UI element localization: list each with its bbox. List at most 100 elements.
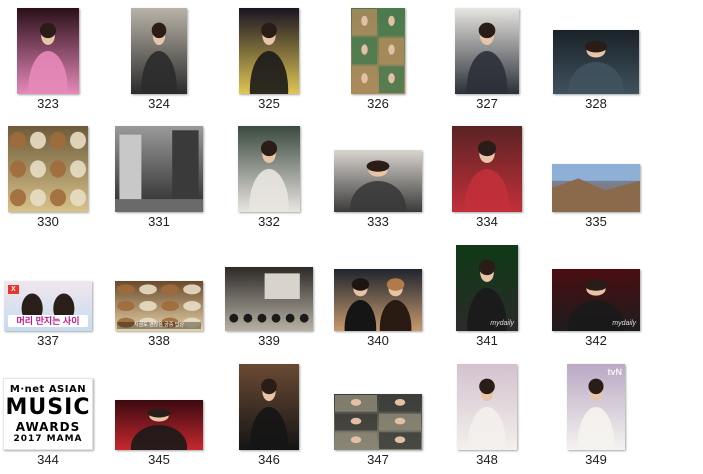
file-name-label: 345 [148, 452, 170, 467]
file-name-label: 341 [476, 333, 498, 348]
thumbnail-picture [115, 126, 203, 212]
thumbnail-picture [553, 30, 639, 94]
file-name-label: 334 [476, 214, 498, 229]
file-name-label: 323 [37, 96, 59, 111]
file-name-label: 326 [367, 96, 389, 111]
thumbnail-image [452, 126, 522, 212]
thumbnail-frame: tvN [546, 356, 646, 450]
thumbnail-frame: X 머리 만지는 사이 [0, 237, 98, 331]
thumbnail-frame [0, 118, 98, 212]
thumbnail-picture [452, 126, 522, 212]
thumbnail-frame [328, 0, 428, 94]
thumbnail-image [553, 30, 639, 94]
file-tile-324[interactable]: 324 [109, 0, 209, 118]
file-tile-341[interactable]: mydaily 341 [437, 237, 537, 355]
file-tile-337[interactable]: X 머리 만지는 사이 337 [0, 237, 98, 355]
logo-text-line: MUSIC [5, 394, 91, 420]
thumbnail-frame [219, 118, 319, 212]
thumbnail-picture [334, 150, 422, 212]
thumbnail-frame: 지금도 괜찮은 궁중 밥상 [109, 237, 209, 331]
thumbnail-picture [239, 364, 299, 450]
file-tile-332[interactable]: 332 [219, 118, 319, 236]
thumbnail-picture [8, 126, 88, 212]
thumbnail-image [131, 8, 187, 94]
file-tile-349[interactable]: tvN 349 [546, 356, 646, 474]
thumbnail-frame [219, 0, 319, 94]
thumbnail-frame [437, 356, 537, 450]
thumbnail-image [455, 8, 519, 94]
thumbnail-picture [225, 267, 313, 331]
file-name-label: 349 [585, 452, 607, 467]
file-name-label: 339 [258, 333, 280, 348]
logo-text-line: AWARDS [15, 419, 81, 434]
thumbnail-frame [109, 356, 209, 450]
thumbnail-picture [457, 364, 517, 450]
file-tile-346[interactable]: 346 [219, 356, 319, 474]
watermark: mydaily [490, 320, 514, 327]
file-name-label: 325 [258, 96, 280, 111]
thumbnail-picture [115, 400, 203, 450]
file-name-label: 332 [258, 214, 280, 229]
thumbnail-frame [328, 237, 428, 331]
file-name-label: 333 [367, 214, 389, 229]
thumbnail-picture [456, 245, 518, 331]
file-tile-328[interactable]: 328 [546, 0, 646, 118]
thumbnail-image [225, 267, 313, 331]
thumbnail-image [239, 8, 299, 94]
watermark: mydaily [612, 320, 636, 327]
file-tile-338[interactable]: 지금도 괜찮은 궁중 밥상 338 [109, 237, 209, 355]
file-tile-333[interactable]: 333 [328, 118, 428, 236]
thumbnail-image [552, 164, 640, 212]
thumbnail-image: X 머리 만지는 사이 [4, 281, 92, 331]
file-name-label: 327 [476, 96, 498, 111]
file-tile-330[interactable]: 330 [0, 118, 98, 236]
thumbnail-image [334, 269, 422, 331]
thumbnail-image: M·net ASIAN MUSIC AWARDS 2017 MAMA [3, 378, 93, 450]
file-name-label: 331 [148, 214, 170, 229]
thumbnail-image [334, 394, 422, 450]
thumbnail-picture [239, 8, 299, 94]
thumbnail-image: tvN [567, 364, 625, 450]
file-tile-342[interactable]: mydaily 342 [546, 237, 646, 355]
thumbnail-image [351, 8, 405, 94]
file-tile-323[interactable]: 323 [0, 0, 98, 118]
file-tile-347[interactable]: 347 [328, 356, 428, 474]
file-tile-339[interactable]: 339 [219, 237, 319, 355]
file-name-label: 340 [367, 333, 389, 348]
file-tile-340[interactable]: 340 [328, 237, 428, 355]
file-tile-344[interactable]: M·net ASIAN MUSIC AWARDS 2017 MAMA 344 [0, 356, 98, 474]
file-name-label: 335 [585, 214, 607, 229]
thumbnail-frame [109, 118, 209, 212]
file-tile-335[interactable]: 335 [546, 118, 646, 236]
file-name-label: 338 [148, 333, 170, 348]
file-tile-331[interactable]: 331 [109, 118, 209, 236]
thumbnail-image [115, 400, 203, 450]
file-name-label: 337 [37, 333, 59, 348]
thumbnail-picture [455, 8, 519, 94]
thumbnail-image: 지금도 괜찮은 궁중 밥상 [115, 281, 203, 331]
thumbnail-image [334, 150, 422, 212]
file-tile-325[interactable]: 325 [219, 0, 319, 118]
file-tile-326[interactable]: 326 [328, 0, 428, 118]
thumbnail-image [17, 8, 79, 94]
file-name-label: 330 [37, 214, 59, 229]
thumbnail-picture [334, 269, 422, 331]
subtitle-caption: 지금도 괜찮은 궁중 밥상 [117, 322, 201, 329]
file-tile-345[interactable]: 345 [109, 356, 209, 474]
file-tile-348[interactable]: 348 [437, 356, 537, 474]
file-name-label: 342 [585, 333, 607, 348]
thumbnail-frame [437, 0, 537, 94]
channel-tag: X [8, 285, 19, 294]
thumbnail-frame [0, 0, 98, 94]
thumbnail-picture [334, 394, 422, 450]
thumbnail-frame [328, 118, 428, 212]
logo-text-line: 2017 MAMA [13, 433, 83, 444]
thumbnail-frame: mydaily [546, 237, 646, 331]
thumbnail-image [238, 126, 300, 212]
file-tile-334[interactable]: 334 [437, 118, 537, 236]
thumbnail-frame: mydaily [437, 237, 537, 331]
thumbnail-picture [552, 164, 640, 212]
thumbnail-frame [109, 0, 209, 94]
file-tile-327[interactable]: 327 [437, 0, 537, 118]
thumbnail-image: mydaily [552, 269, 640, 331]
